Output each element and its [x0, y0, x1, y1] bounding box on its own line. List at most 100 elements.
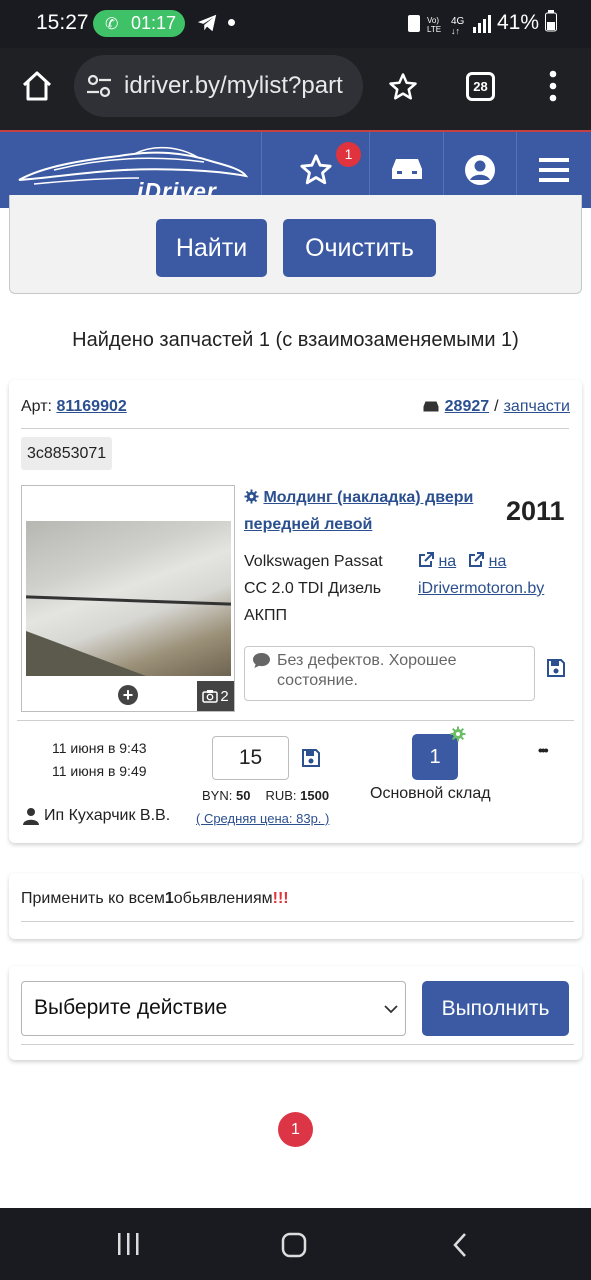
external-links-prefix-row: на на [418, 548, 578, 575]
camera-icon [202, 690, 219, 703]
site-settings-icon[interactable] [86, 74, 112, 98]
status-bar: 15:27 ✆ 01:17 Vo) LTE 4G ↓↑ 41% [0, 0, 591, 48]
car-description: Volkswagen Passat CC 2.0 TDI Дизель АКПП [244, 548, 383, 629]
action-select-value: Выберите действие [34, 996, 228, 1019]
action-select[interactable]: Выберите действие [21, 981, 406, 1036]
car-model-line: Volkswagen Passat [244, 553, 383, 570]
divider [21, 921, 574, 922]
svg-text:LTE: LTE [427, 25, 441, 34]
idriver-link[interactable]: iDriver [418, 580, 464, 597]
part-title: Молдинг (накладка) двери передней левой [244, 489, 474, 533]
floor-shadow [26, 631, 146, 676]
part-image[interactable] [26, 521, 231, 676]
external-links-site-row: iDrivermotoron.by [418, 575, 578, 602]
clock: 15:27 [36, 11, 89, 34]
external-link-motoron-prefix[interactable]: на [468, 548, 506, 575]
save-description-icon[interactable] [546, 658, 566, 678]
parts-link[interactable]: запчасти [504, 398, 570, 416]
art-row: Арт: 81169902 [21, 398, 127, 416]
apply-all-panel: Применить ко всем1обьявлениям!!! [9, 873, 582, 939]
car-link-row: 28927 / запчасти [422, 398, 570, 416]
search-panel: Найти Очистить [9, 195, 582, 294]
browser-toolbar: idriver.by/mylist?part 28 [0, 48, 591, 130]
part-year: 2011 [506, 496, 565, 526]
home-icon[interactable] [20, 70, 54, 102]
more-options-button[interactable]: ••• [538, 742, 549, 758]
apply-all-prefix: Применить ко всем [21, 890, 165, 907]
art-label: Арт: [21, 398, 52, 415]
find-button[interactable]: Найти [156, 219, 267, 277]
date-updated: 11 июня в 9:49 [52, 763, 147, 779]
ongoing-call-pill[interactable]: ✆ 01:17 [93, 10, 185, 37]
molding-strip [26, 595, 231, 606]
motoron-link[interactable]: motoron.by [464, 580, 544, 597]
part-card: Арт: 81169902 28927 / запчасти 3c8853071… [9, 380, 582, 843]
results-summary: Найдено запчастей 1 (с взаимозаменяемыми… [72, 329, 519, 351]
seller-name: Ип Кухарчик В.В. [44, 807, 171, 824]
photo-count-badge[interactable]: 2 [197, 681, 234, 711]
apply-all-suffix: обьявлениям [173, 890, 273, 907]
car-small-icon [423, 401, 439, 412]
user-icon [465, 155, 495, 185]
browser-menu-icon[interactable] [549, 70, 557, 102]
favorites-count-badge: 1 [336, 142, 361, 167]
add-photo-icon[interactable]: + [118, 685, 138, 705]
gear-icon [244, 489, 259, 504]
oem-code-tag: 3c8853071 [21, 437, 113, 470]
home-nav-icon[interactable] [281, 1232, 307, 1258]
bulk-action-panel: Выберите действие Выполнить [9, 966, 582, 1060]
battery-percent: 41% [497, 11, 540, 34]
rub-label: RUB: [265, 788, 297, 803]
description-text: Без дефектов. Хорошее состояние. [277, 652, 457, 689]
part-title-link[interactable]: Молдинг (накладка) двери передней левой [244, 484, 494, 538]
site-logo[interactable]: iDriver [14, 140, 254, 204]
notification-dot [228, 19, 235, 26]
stock-settings-icon[interactable] [450, 726, 466, 742]
apply-all-count: 1 [164, 890, 174, 907]
external-link-idriver-prefix[interactable]: на [418, 548, 456, 575]
price-breakdown: BYN: 50 RUB: 1500 [202, 788, 329, 803]
car-id-link[interactable]: 28927 [445, 398, 490, 416]
byn-value: 50 [235, 788, 251, 803]
divider [21, 428, 569, 429]
clear-button[interactable]: Очистить [283, 219, 436, 277]
bookmark-star-icon[interactable] [388, 72, 418, 102]
pagination-current-page[interactable]: 1 [278, 1112, 313, 1147]
seller-row: Ип Кухарчик В.В. [23, 807, 170, 825]
back-nav-icon[interactable] [452, 1232, 468, 1258]
comment-icon [253, 652, 270, 669]
part-photo[interactable]: + 2 [21, 485, 235, 712]
external-link-icon [469, 552, 485, 567]
car-gearbox-line: АКПП [244, 607, 287, 624]
seller-user-icon [23, 808, 39, 825]
price-input[interactable]: 15 [212, 736, 289, 780]
car-icon [391, 159, 422, 179]
recent-apps-icon[interactable] [116, 1232, 141, 1256]
chevron-down-icon [384, 1005, 398, 1014]
car-engine-line: CC 2.0 TDI Дизель [244, 580, 382, 597]
hamburger-icon [539, 158, 569, 182]
apply-all-text[interactable]: Применить ко всем1обьявлениям!!! [21, 890, 289, 908]
average-price-link[interactable]: ( Средняя цена: 83р. ) [196, 811, 329, 826]
rub-value: 1500 [300, 788, 330, 803]
favorites-star-icon [299, 154, 332, 185]
external-links: на на iDrivermotoron.by [418, 548, 578, 602]
byn-label: BYN: [202, 788, 233, 803]
phone-icon: ✆ [105, 16, 119, 33]
tab-switcher-button[interactable]: 28 [466, 72, 495, 101]
slash-separator: / [494, 398, 499, 415]
svg-text:↓↑: ↓↑ [451, 26, 460, 36]
warehouse-name: Основной склад [370, 785, 491, 802]
external-link-icon [419, 552, 434, 567]
description-field[interactable]: Без дефектов. Хорошее состояние. [244, 646, 535, 701]
tab-count: 28 [473, 79, 488, 94]
date-created: 11 июня в 9:43 [52, 740, 147, 756]
system-icons: Vo) LTE 4G ↓↑ [407, 12, 493, 39]
art-number-link[interactable]: 81169902 [56, 398, 126, 415]
url-text: idriver.by/mylist?part [124, 72, 343, 99]
save-price-icon[interactable] [301, 748, 321, 768]
svg-text:Vo): Vo) [427, 16, 439, 25]
execute-button[interactable]: Выполнить [422, 981, 569, 1036]
address-bar[interactable]: idriver.by/mylist?part [74, 55, 363, 117]
battery-indicator: 41% [497, 10, 557, 35]
